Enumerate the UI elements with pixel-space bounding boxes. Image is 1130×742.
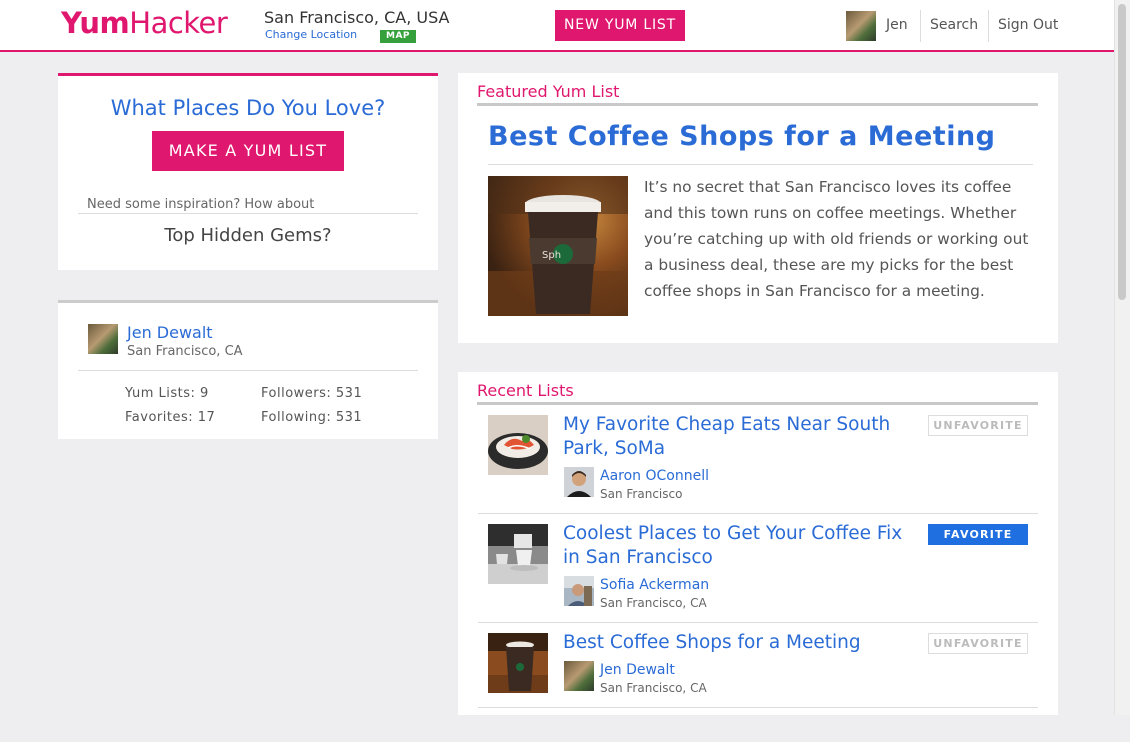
featured-coffee-cup-image[interactable]: Sph [488, 176, 628, 316]
stat-yum-lists[interactable]: Yum Lists: 9 [125, 386, 209, 401]
featured-section-title: Featured Yum List [477, 82, 620, 101]
featured-list-title[interactable]: Best Coffee Shops for a Meeting [488, 121, 996, 152]
divider [78, 213, 418, 214]
author-location: San Francisco [600, 487, 683, 501]
user-avatar[interactable] [846, 11, 876, 41]
sign-out-link[interactable]: Sign Out [998, 17, 1058, 33]
section-rule [477, 402, 1038, 405]
stat-following[interactable]: Following: 531 [261, 410, 362, 425]
divider [488, 164, 1033, 165]
section-rule [477, 103, 1038, 106]
make-list-card: What Places Do You Love? MAKE A YUM LIST… [58, 73, 438, 270]
unfavorite-button[interactable]: UNFAVORITE [928, 415, 1028, 436]
user-name-link[interactable]: Jen [886, 17, 908, 33]
author-name-link[interactable]: Sofia Ackerman [600, 577, 709, 593]
list-divider [478, 707, 1038, 708]
svg-text:Sph: Sph [542, 250, 561, 261]
recent-lists-card: Recent Lists My Favorite Cheap Eats Near… [458, 372, 1058, 715]
coffee-cups-image [488, 524, 548, 584]
yumhacker-logo[interactable]: YumHacker [61, 6, 228, 40]
top-header: YumHacker San Francisco, CA, USA Change … [0, 0, 1114, 52]
header-divider [988, 10, 989, 42]
author-avatar[interactable] [564, 661, 594, 691]
divider [78, 370, 418, 371]
list-divider [478, 622, 1038, 623]
coffee-cup-image [488, 633, 548, 693]
sushi-plate-image [488, 415, 548, 475]
favorite-button[interactable]: FAVORITE [928, 524, 1028, 545]
author-photo [564, 576, 594, 606]
list-item: My Favorite Cheap Eats Near South Park, … [488, 413, 1038, 524]
author-location: San Francisco, CA [600, 681, 707, 695]
author-avatar[interactable] [564, 467, 594, 497]
change-location-link[interactable]: Change Location [265, 28, 357, 41]
coffee-cup-illustration: Sph [488, 176, 628, 316]
coffee-cup-thumbnail[interactable] [488, 633, 548, 693]
inspiration-text: Need some inspiration? How about [87, 197, 315, 212]
stat-favorites[interactable]: Favorites: 17 [125, 410, 215, 425]
profile-card: Jen Dewalt San Francisco, CA Yum Lists: … [58, 300, 438, 439]
list-title-link[interactable]: Coolest Places to Get Your Coffee Fix in… [563, 522, 908, 570]
scrollbar-thumb[interactable] [1118, 4, 1126, 300]
author-name-link[interactable]: Jen Dewalt [600, 662, 675, 678]
author-location: San Francisco, CA [600, 596, 707, 610]
header-divider [920, 10, 921, 42]
author-name-link[interactable]: Aaron OConnell [600, 468, 709, 484]
featured-list-card: Featured Yum List Best Coffee Shops for … [458, 73, 1058, 343]
list-title-link[interactable]: My Favorite Cheap Eats Near South Park, … [563, 413, 908, 461]
author-avatar[interactable] [564, 576, 594, 606]
profile-avatar[interactable] [88, 324, 118, 354]
list-divider [478, 513, 1038, 514]
sushi-thumbnail[interactable] [488, 415, 548, 475]
profile-location: San Francisco, CA [127, 344, 243, 359]
list-item: Coolest Places to Get Your Coffee Fix in… [488, 522, 1038, 633]
stat-followers[interactable]: Followers: 531 [261, 386, 362, 401]
list-item: Best Coffee Shops for a Meeting UNFAVORI… [488, 631, 1038, 742]
author-photo [564, 467, 594, 497]
logo-part-hacker: Hacker [129, 6, 228, 40]
current-location: San Francisco, CA, USA [264, 8, 450, 27]
unfavorite-button[interactable]: UNFAVORITE [928, 633, 1028, 654]
coffee-cups-thumbnail[interactable] [488, 524, 548, 584]
search-link[interactable]: Search [930, 17, 978, 33]
new-yum-list-button[interactable]: NEW YUM LIST [555, 10, 685, 41]
recent-section-title: Recent Lists [477, 381, 574, 400]
featured-description: It’s no secret that San Francisco loves … [644, 178, 1029, 300]
love-card-title: What Places Do You Love? [110, 96, 386, 120]
make-yum-list-button[interactable]: MAKE A YUM LIST [152, 131, 344, 171]
profile-name-link[interactable]: Jen Dewalt [127, 323, 213, 342]
logo-part-yum: Yum [61, 6, 130, 40]
list-title-link[interactable]: Best Coffee Shops for a Meeting [563, 631, 908, 655]
suggestion-link[interactable]: Top Hidden Gems? [58, 225, 438, 246]
map-button[interactable]: MAP [380, 30, 417, 43]
